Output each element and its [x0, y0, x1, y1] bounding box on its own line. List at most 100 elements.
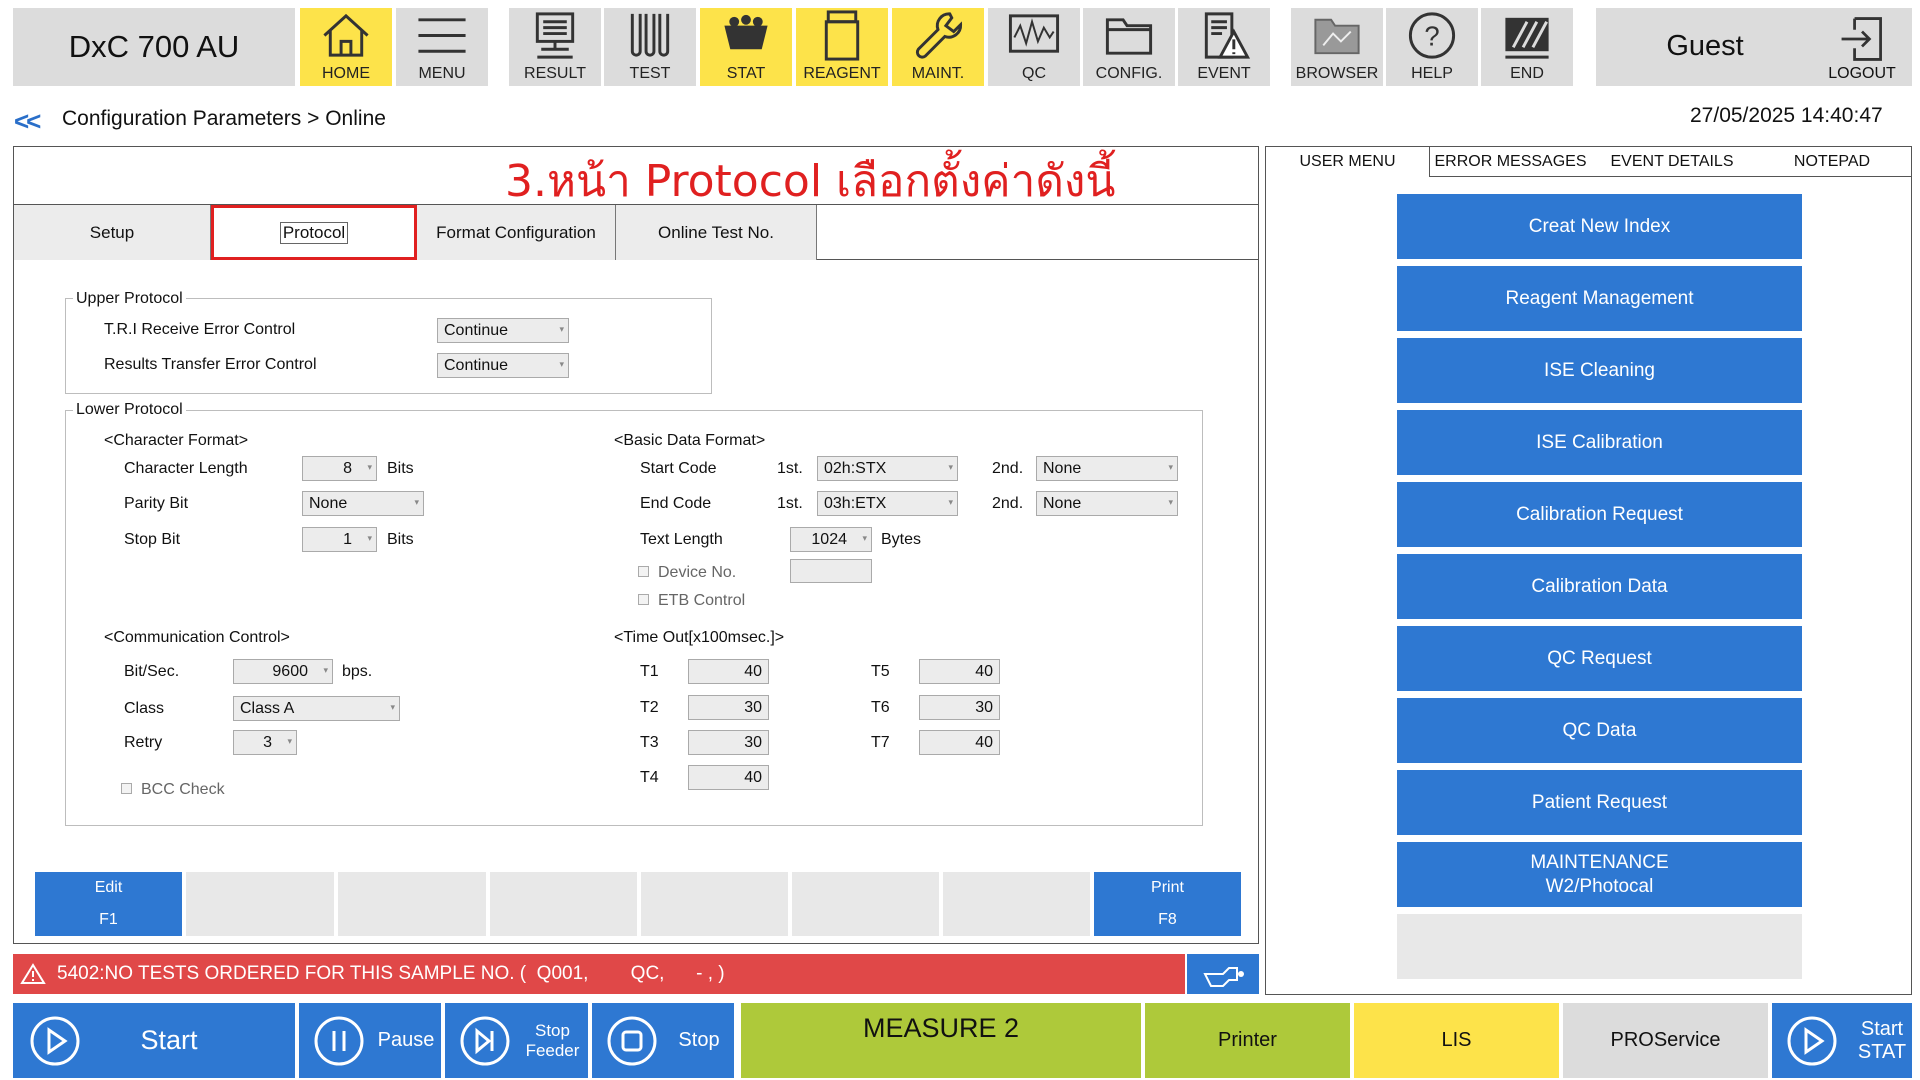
tab-protocol[interactable]: Protocol	[211, 205, 417, 260]
start-button[interactable]: Start	[13, 1003, 295, 1078]
char-length-select[interactable]: 8 ▾	[302, 456, 377, 481]
proservice-status[interactable]: PROService	[1563, 1003, 1768, 1078]
tab-setup[interactable]: Setup	[14, 205, 211, 260]
menu-qc-request[interactable]: QC Request	[1397, 626, 1802, 691]
stat-icon	[724, 14, 768, 50]
text-length-unit: Bytes	[881, 531, 922, 548]
tri-error-label: T.R.I Receive Error Control	[104, 321, 296, 338]
menu-reagent-management[interactable]: Reagent Management	[1397, 266, 1802, 331]
t4-label: T4	[640, 769, 659, 786]
dropdown-arrow-icon: ▾	[559, 359, 564, 369]
play-icon	[30, 1016, 80, 1066]
end-code-1-value: 03h:ETX	[824, 494, 887, 512]
event-button[interactable]: EVENT	[1178, 8, 1270, 86]
start-code-1-select[interactable]: 02h:STX ▾	[817, 456, 958, 481]
text-length-select[interactable]: 1024 ▾	[790, 527, 872, 552]
home-button[interactable]: HOME	[300, 8, 392, 86]
start-stat-button[interactable]: Start STAT	[1772, 1003, 1912, 1078]
t1-label: T1	[640, 663, 659, 680]
stop-bit-select[interactable]: 1 ▾	[302, 527, 377, 552]
tab-protocol-label: Protocol	[279, 221, 349, 244]
device-no-checkbox[interactable]	[638, 566, 649, 577]
menu-creat-new-index[interactable]: Creat New Index	[1397, 194, 1802, 259]
help-label: HELP	[1411, 65, 1453, 82]
t4-input[interactable]: 40	[688, 765, 769, 790]
app-title: DxC 700 AU	[13, 8, 295, 86]
menu-calibration-request[interactable]: Calibration Request	[1397, 482, 1802, 547]
back-button[interactable]: <<	[14, 106, 41, 137]
folder-icon	[1105, 18, 1153, 55]
stop-bit-value: 1	[343, 530, 352, 548]
config-button[interactable]: CONFIG.	[1083, 8, 1175, 86]
results-error-select[interactable]: Continue ▾	[437, 353, 569, 378]
end-button[interactable]: END	[1481, 8, 1573, 86]
menu-calibration-data[interactable]: Calibration Data	[1397, 554, 1802, 619]
menu-label: MENU	[418, 65, 466, 82]
dropdown-arrow-icon: ▾	[414, 497, 419, 507]
start-code-2-select[interactable]: None ▾	[1036, 456, 1178, 481]
menu-patient-request[interactable]: Patient Request	[1397, 770, 1802, 835]
menu-ise-cleaning[interactable]: ISE Cleaning	[1397, 338, 1802, 403]
char-format-title: <Character Format>	[104, 432, 249, 449]
edit-label: Edit	[94, 879, 123, 896]
browser-button[interactable]: BROWSER	[1291, 8, 1383, 86]
maint-button[interactable]: MAINT.	[892, 8, 984, 86]
dropdown-arrow-icon: ▾	[1168, 462, 1173, 472]
tab-format-configuration[interactable]: Format Configuration	[417, 205, 616, 260]
tab-notepad[interactable]: NOTEPAD	[1753, 147, 1911, 177]
reagent-label: REAGENT	[803, 65, 881, 82]
t6-input[interactable]: 30	[919, 695, 1000, 720]
help-button[interactable]: ? HELP	[1386, 8, 1478, 86]
parity-select[interactable]: None ▾	[302, 491, 424, 516]
result-button[interactable]: RESULT	[509, 8, 601, 86]
t2-input[interactable]: 30	[688, 695, 769, 720]
home-icon	[323, 13, 369, 57]
t3-input[interactable]: 30	[688, 730, 769, 755]
stat-button[interactable]: STAT	[700, 8, 792, 86]
tab-event-details[interactable]: EVENT DETAILS	[1591, 147, 1754, 177]
browser-icon	[1314, 18, 1360, 55]
t7-input[interactable]: 40	[919, 730, 1000, 755]
reagent-icon	[824, 10, 860, 61]
printer-status[interactable]: Printer	[1145, 1003, 1350, 1078]
edit-f1-button[interactable]: Edit F1	[35, 872, 184, 936]
tab-user-menu[interactable]: USER MENU	[1266, 147, 1429, 177]
tri-error-select[interactable]: Continue ▾	[437, 318, 569, 343]
error-message-bar[interactable]: 5402:NO TESTS ORDERED FOR THIS SAMPLE NO…	[13, 954, 1185, 994]
char-length-value: 8	[343, 459, 352, 477]
qc-button[interactable]: QC	[988, 8, 1080, 86]
etb-control-checkbox[interactable]	[638, 594, 649, 605]
bit-sec-select[interactable]: 9600 ▾	[233, 659, 333, 684]
maint-label: MAINT.	[911, 65, 965, 82]
menu-ise-calibration[interactable]: ISE Calibration	[1397, 410, 1802, 475]
t5-label: T5	[871, 663, 890, 680]
end-code-2-select[interactable]: None ▾	[1036, 491, 1178, 516]
end-code-1-select[interactable]: 03h:ETX ▾	[817, 491, 958, 516]
t5-input[interactable]: 40	[919, 659, 1000, 684]
logout-button[interactable]: LOGOUT	[1812, 8, 1912, 86]
menu-maintenance-w2-photocal[interactable]: MAINTENANCE W2/Photocal	[1397, 842, 1802, 907]
class-select[interactable]: Class A ▾	[233, 696, 400, 721]
fkey-f2-empty	[186, 872, 336, 936]
retry-select[interactable]: 3 ▾	[233, 730, 297, 755]
home-label: HOME	[322, 65, 370, 82]
menu-button[interactable]: MENU	[396, 8, 488, 86]
t1-input[interactable]: 40	[688, 659, 769, 684]
retry-label: Retry	[124, 734, 163, 751]
lis-status[interactable]: LIS	[1354, 1003, 1559, 1078]
dropdown-arrow-icon: ▾	[948, 462, 953, 472]
menu-qc-data[interactable]: QC Data	[1397, 698, 1802, 763]
tab-error-messages[interactable]: ERROR MESSAGES	[1429, 147, 1592, 177]
print-f8-button[interactable]: Print F8	[1094, 872, 1243, 936]
stop-button[interactable]: Stop	[592, 1003, 734, 1078]
reagent-button[interactable]: REAGENT	[796, 8, 888, 86]
test-button[interactable]: TEST	[604, 8, 696, 86]
pause-button[interactable]: Pause	[299, 1003, 441, 1078]
stop-feeder-button[interactable]: Stop Feeder	[445, 1003, 588, 1078]
clear-alarm-button[interactable]	[1187, 954, 1259, 994]
tab-online-test-no[interactable]: Online Test No.	[616, 205, 817, 260]
device-no-input[interactable]	[790, 559, 872, 583]
bcc-check-checkbox[interactable]	[121, 783, 132, 794]
bit-sec-unit: bps.	[342, 663, 373, 680]
measure-status[interactable]: MEASURE 2	[741, 1003, 1141, 1078]
